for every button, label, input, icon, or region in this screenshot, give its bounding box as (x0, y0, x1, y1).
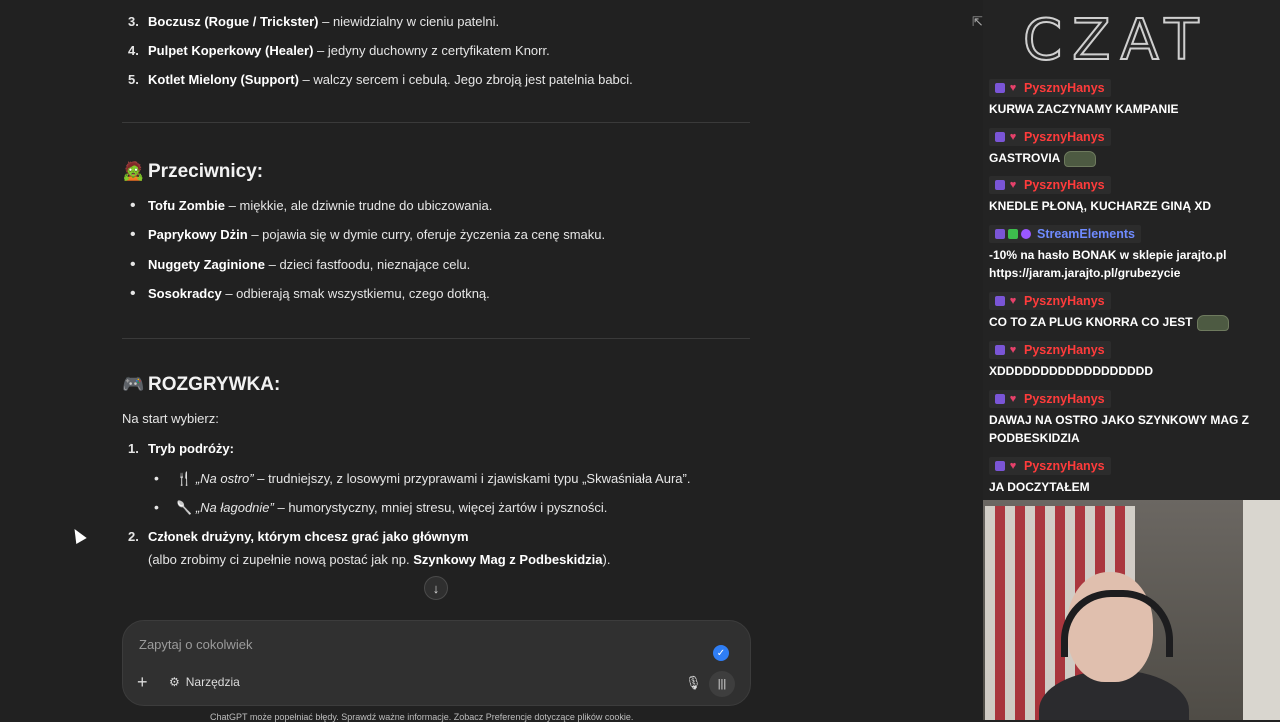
list-item: • Tofu Zombie – miękkie, ale dziwnie trud… (130, 197, 493, 214)
webcam-feed (983, 500, 1280, 720)
sub-badge-icon (995, 180, 1005, 190)
heart-badge-icon: ♥ (1009, 295, 1017, 307)
list-item: • Nuggety Zaginione – dzieci fastfoodu, n… (130, 256, 471, 273)
disclaimer: ChatGPT może popełniać błędy. Sprawdź wa… (210, 712, 634, 722)
chat-text: DAWAJ NA OSTRO JAKO SZYNKOWY MAG Z PODBE… (989, 413, 1250, 445)
tools-label: Narzędzia (185, 675, 240, 689)
chat-text: -10% na hasło BONAK w sklepie jarajto.pl… (989, 248, 1227, 280)
username-text: PysznyHanys (1024, 178, 1105, 192)
chat-message: ♥ PysznyHanys JA DOCZYTAŁEM (989, 457, 1275, 496)
attach-button[interactable]: + (137, 672, 148, 693)
heart-badge-icon: ♥ (1009, 179, 1017, 191)
heart-badge-icon: ♥ (1009, 82, 1017, 94)
check-icon: ✓ (713, 645, 729, 661)
chat-username: ♥ PysznyHanys (989, 176, 1111, 194)
spoon-icon: 🥄 (176, 500, 193, 515)
chat-text: XDDDDDDDDDDDDDDDDDD (989, 364, 1153, 378)
list-item: • 🥄 „Na łagodnie” – humorystyczny, mniej … (154, 499, 608, 515)
microphone-button[interactable]: 🎙 (685, 675, 702, 691)
chat-username: ♥ PysznyHanys (989, 79, 1111, 97)
chat-text: KNEDLE PŁONĄ, KUCHARZE GINĄ XD (989, 199, 1212, 213)
list-item: 1. Tryb podróży: (128, 441, 234, 456)
sub-badge-icon (995, 394, 1005, 404)
list-item: 3. Boczusz (Rogue / Trickster) – niewidzi… (128, 14, 500, 29)
chat-message: ♥ PysznyHanys KNEDLE PŁONĄ, KUCHARZE GINĄ … (989, 176, 1275, 215)
stream-chat-overlay: CZAT ♥ PysznyHanys KURWA ZACZYNAMY KAMPANI… (983, 0, 1280, 500)
czat-logo: CZAT (1022, 7, 1209, 74)
divider (122, 338, 750, 339)
list-item: • Paprykowy Dżin – pojawia się w dymie cu… (130, 226, 606, 243)
chat-username: ♥ PysznyHanys (989, 292, 1111, 310)
chatgpt-conversation: 3. Boczusz (Rogue / Trickster) – niewidzi… (0, 0, 983, 722)
sub-badge-icon (995, 345, 1005, 355)
chat-message: ♥ PysznyHanys DAWAJ NA OSTRO JAKO SZYNKOWY… (989, 390, 1275, 447)
chat-text: JA DOCZYTAŁEM (989, 480, 1090, 494)
purple-badge-icon (1021, 229, 1031, 239)
list-item: • 🍴 „Na ostro” – trudniejszy, z losowymi … (154, 470, 691, 486)
sub-badge-icon (995, 132, 1005, 142)
sliders-icon: ⚙ (169, 675, 180, 689)
gamepad-icon: 🎮 (122, 374, 145, 394)
section-heading-enemies: 🧟 Przeciwnicy: (122, 161, 264, 182)
section-heading-gameplay: 🎮 ROZGRYWKA: (122, 374, 281, 395)
prompt-input[interactable]: Zapytaj o cokolwiek (139, 637, 252, 652)
sub-badge-icon (995, 83, 1005, 93)
username-text: PysznyHanys (1024, 459, 1105, 473)
heart-badge-icon: ♥ (1009, 131, 1017, 143)
username-text: StreamElements (1037, 227, 1135, 241)
list-item: 2. Członek drużyny, którym chcesz grać ja… (128, 529, 469, 544)
scroll-down-button[interactable]: ↓ (424, 576, 448, 600)
username-text: PysznyHanys (1024, 343, 1105, 357)
chat-username: ♥ PysznyHanys (989, 457, 1111, 475)
voice-mode-button[interactable]: ||| (709, 671, 735, 697)
tank-emote-icon (1064, 150, 1097, 167)
chat-username: ♥ PysznyHanys (989, 128, 1111, 146)
share-icon[interactable]: ⇱ (972, 14, 983, 30)
chat-username: ♥ PysznyHanys (989, 341, 1111, 359)
chat-username: ♥ PysznyHanys (989, 390, 1111, 408)
tank-emote-icon (1196, 314, 1229, 331)
mouse-cursor (69, 525, 87, 545)
chat-message: ♥ PysznyHanys CO TO ZA PLUG KNORRA CO JEST (989, 292, 1275, 331)
chat-message: ♥ PysznyHanys XDDDDDDDDDDDDDDDDDD (989, 341, 1275, 380)
chat-text: GASTROVIA (989, 149, 1275, 167)
username-text: PysznyHanys (1024, 294, 1105, 308)
divider (122, 122, 750, 123)
zombie-icon: 🧟 (122, 161, 145, 181)
chat-username: StreamElements (989, 225, 1141, 243)
prompt-composer[interactable]: Zapytaj o cokolwiek ✓ + ⚙ Narzędzia 🎙 ||… (122, 620, 751, 706)
sub-badge-icon (995, 296, 1005, 306)
list-item-continuation: (albo zrobimy ci zupełnie nową postać ja… (148, 552, 611, 567)
chat-message: StreamElements -10% na hasło BONAK w skle… (989, 225, 1275, 282)
heart-badge-icon: ♥ (1009, 460, 1017, 472)
username-text: PysznyHanys (1024, 130, 1105, 144)
chat-message: ♥ PysznyHanys GASTROVIA (989, 128, 1275, 167)
list-item: • Sosokradcy – odbierają smak wszystkiemu… (130, 285, 490, 302)
heart-badge-icon: ♥ (1009, 393, 1017, 405)
chat-message: ♥ PysznyHanys KURWA ZACZYNAMY KAMPANIE (989, 79, 1275, 118)
fork-icon: 🍴 (176, 471, 193, 486)
sub-badge-icon (995, 229, 1005, 239)
username-text: PysznyHanys (1024, 81, 1105, 95)
heart-badge-icon: ♥ (1009, 344, 1017, 356)
sub-badge-icon (995, 461, 1005, 471)
green-badge-icon (1008, 229, 1018, 239)
chat-text: KURWA ZACZYNAMY KAMPANIE (989, 102, 1179, 116)
tools-button[interactable]: ⚙ Narzędzia (169, 675, 240, 689)
chat-text: CO TO ZA PLUG KNORRA CO JEST (989, 313, 1275, 331)
list-item: 5. Kotlet Mielony (Support) – walczy serc… (128, 72, 633, 87)
intro-text: Na start wybierz: (122, 411, 219, 426)
list-item: 4. Pulpet Koperkowy (Healer) – jedyny duc… (128, 43, 550, 58)
username-text: PysznyHanys (1024, 392, 1105, 406)
